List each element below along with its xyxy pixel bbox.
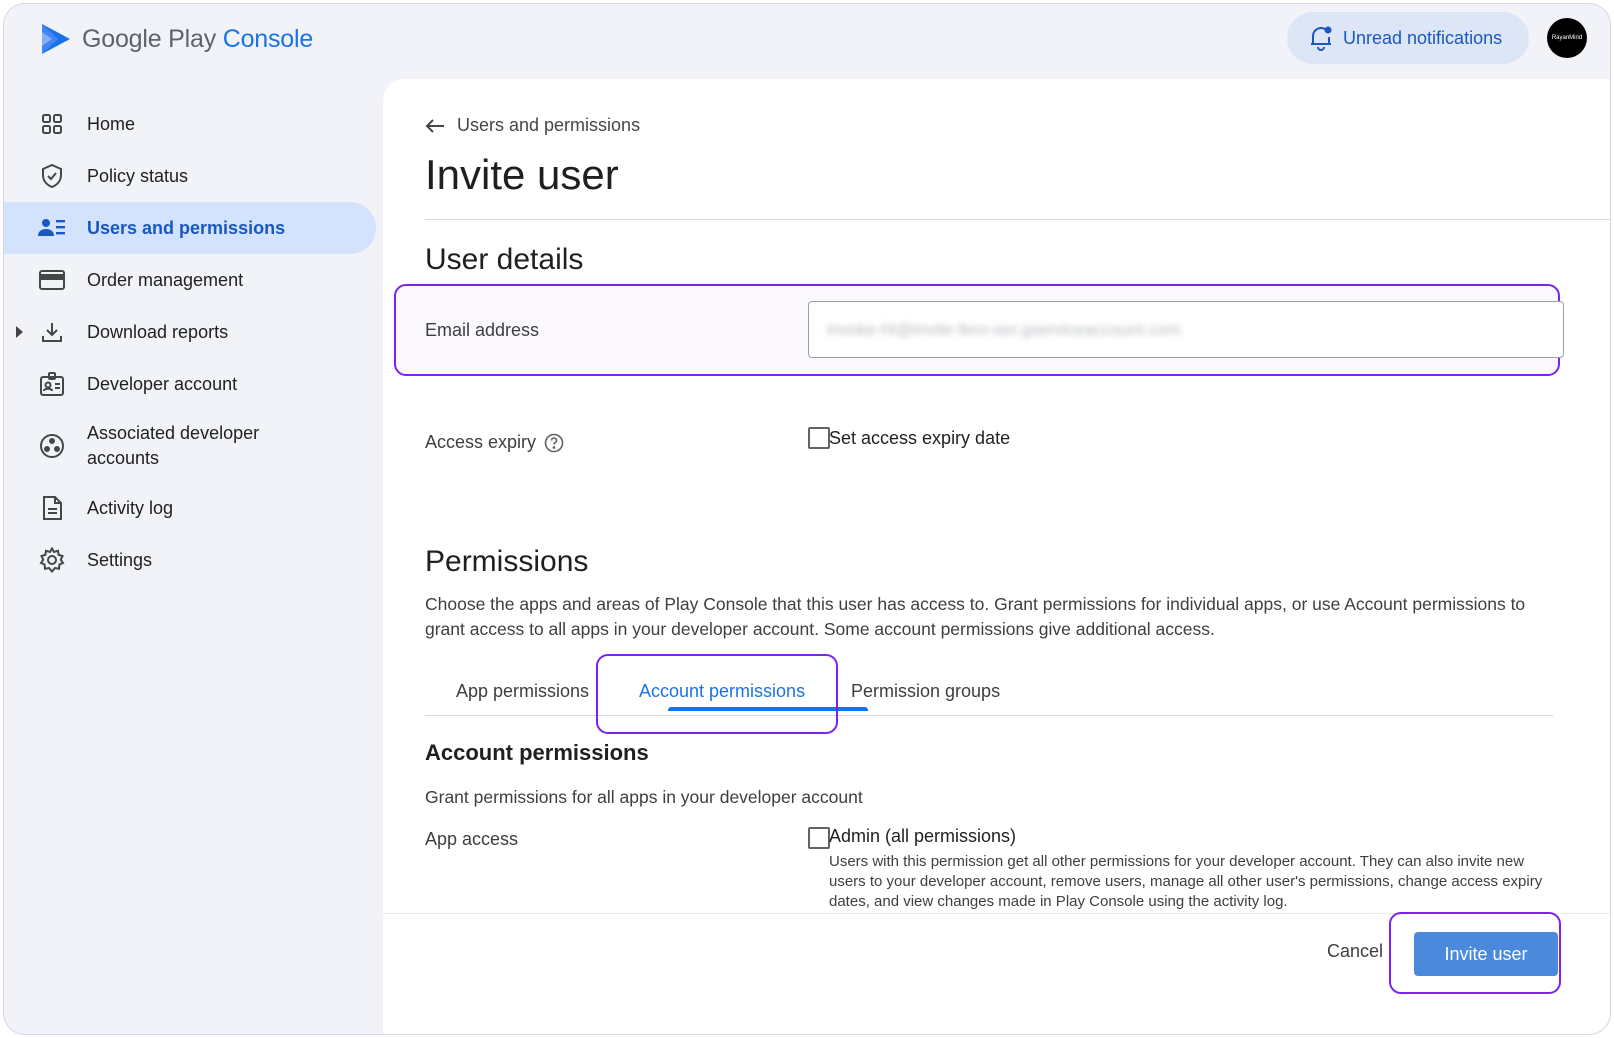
permissions-description: Choose the apps and areas of Play Consol… [425, 594, 1526, 639]
access-expiry-checkbox[interactable] [808, 427, 830, 449]
notifications-label: Unread notifications [1343, 27, 1503, 48]
account-permissions-heading: Account permissions [425, 740, 649, 765]
cancel-button[interactable]: Cancel [1327, 941, 1383, 962]
download-icon [38, 318, 66, 346]
linked-accounts-icon [38, 432, 66, 460]
admin-description: Users with this permission get all other… [829, 853, 1543, 910]
user-details-heading: User details [425, 243, 584, 276]
email-value: invoke-f4@invite-fero-ser.gserviceaccoun… [827, 319, 1181, 339]
sidebar-item-users-and-permissions[interactable]: Users and permissions [4, 202, 376, 254]
app-access-label: App access [425, 829, 519, 849]
sidebar-item-order-management[interactable]: Order management [4, 254, 376, 306]
sidebar-item-label: Order management [87, 269, 244, 290]
play-console-logo[interactable]: Google Play Console [40, 22, 313, 56]
document-icon [38, 494, 66, 522]
sidebar-item-label: Download reports [87, 321, 229, 342]
access-expiry-label-row: Access expiry [425, 432, 564, 453]
credit-card-icon [38, 266, 66, 294]
sidebar-item-label: Developer account [87, 373, 238, 394]
sidebar-item-associated-developer-accounts[interactable]: Associated developer accounts [4, 410, 376, 482]
help-icon[interactable] [544, 433, 564, 453]
sidebar-item-label: Policy status [87, 165, 189, 186]
avatar-text: RayanMind [1551, 35, 1583, 41]
email-field[interactable]: invoke-f4@invite-fero-ser.gserviceaccoun… [808, 301, 1564, 358]
id-badge-icon [38, 370, 66, 398]
invite-highlight-box [1389, 912, 1561, 994]
sidebar-item-download-reports[interactable]: Download reports [4, 306, 376, 358]
sidebar-item-developer-account[interactable]: Developer account [4, 358, 376, 410]
avatar[interactable]: RayanMind [1547, 18, 1587, 58]
back-arrow-icon[interactable] [425, 118, 445, 134]
logo-google-text: Google Play [82, 24, 216, 53]
email-label: Email address [425, 320, 540, 340]
sidebar-item-label: Activity log [87, 497, 174, 518]
sidebar-item-settings[interactable]: Settings [4, 534, 376, 586]
account-permissions-description: Grant permissions for all apps in your d… [425, 787, 863, 807]
breadcrumb-label[interactable]: Users and permissions [457, 115, 640, 136]
users-list-icon [38, 214, 66, 242]
admin-checkbox[interactable] [808, 827, 830, 849]
access-expiry-checkbox-label[interactable]: Set access expiry date [829, 428, 1010, 449]
sidebar-item-label: Settings [87, 549, 153, 570]
divider [425, 219, 1610, 220]
sidebar: Home Policy status Users and permissions… [4, 98, 376, 586]
app-window: Google Play Console Unread notifications… [3, 3, 1611, 1035]
sidebar-item-policy-status[interactable]: Policy status [4, 150, 376, 202]
admin-checkbox-label[interactable]: Admin (all permissions) [829, 826, 1016, 847]
expand-caret-icon[interactable] [16, 326, 23, 338]
sidebar-item-label: Users and permissions [87, 217, 286, 238]
page-title: Invite user [425, 151, 619, 198]
sidebar-item-activity-log[interactable]: Activity log [4, 482, 376, 534]
shield-icon [38, 162, 66, 190]
tab-app-permissions[interactable]: App permissions [456, 669, 589, 713]
sidebar-item-home[interactable]: Home [4, 98, 376, 150]
logo-text: Google Play Console [82, 25, 313, 54]
permissions-tabs: App permissions Account permissions Perm… [425, 669, 1553, 716]
tab-permission-groups[interactable]: Permission groups [851, 669, 1000, 713]
grid-icon [38, 110, 66, 138]
gear-icon [38, 546, 66, 574]
unread-notifications-button[interactable]: Unread notifications [1287, 12, 1529, 64]
access-expiry-label: Access expiry [425, 432, 537, 452]
bell-notification-icon [1311, 26, 1332, 51]
sidebar-item-label: Home [87, 113, 136, 134]
play-logo-icon [42, 24, 70, 54]
tab-highlight-box [596, 654, 838, 734]
breadcrumb[interactable]: Users and permissions [425, 115, 640, 136]
sidebar-item-label: Associated developer accounts [87, 423, 260, 468]
permissions-heading: Permissions [425, 545, 589, 578]
main-panel: Users and permissions Invite user User d… [383, 79, 1610, 1034]
logo-console-text: Console [222, 24, 314, 53]
